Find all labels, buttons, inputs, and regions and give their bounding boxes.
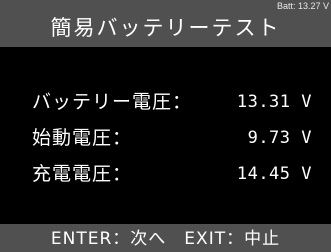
charging-voltage-row: 充電電圧： 14.45 V — [32, 160, 312, 188]
footer-bar: ENTER：次へ EXIT：中止 — [0, 224, 331, 252]
cranking-voltage-row: 始動電圧： 9.73 V — [32, 124, 312, 152]
battery-voltage-label: バッテリー電圧： — [32, 91, 193, 113]
charging-voltage-label: 充電電圧： — [32, 163, 133, 185]
cranking-voltage-value: 9.73 V — [247, 128, 312, 148]
header-bar: Batt: 13.27 V 簡易バッテリーテスト — [0, 0, 331, 47]
screen-title: 簡易バッテリーテスト — [50, 16, 281, 40]
battery-voltage-row: バッテリー電圧： 13.31 V — [32, 88, 312, 116]
battery-voltage-value: 13.31 V — [236, 92, 312, 112]
charging-voltage-value: 14.45 V — [236, 164, 312, 184]
cranking-voltage-label: 始動電圧： — [32, 127, 133, 149]
device-screen: Batt: 13.27 V 簡易バッテリーテスト バッテリー電圧： 13.31 … — [0, 0, 331, 252]
battery-voltage-indicator: Batt: 13.27 V — [276, 1, 329, 11]
key-hint-text: ENTER：次へ EXIT：中止 — [50, 229, 281, 249]
